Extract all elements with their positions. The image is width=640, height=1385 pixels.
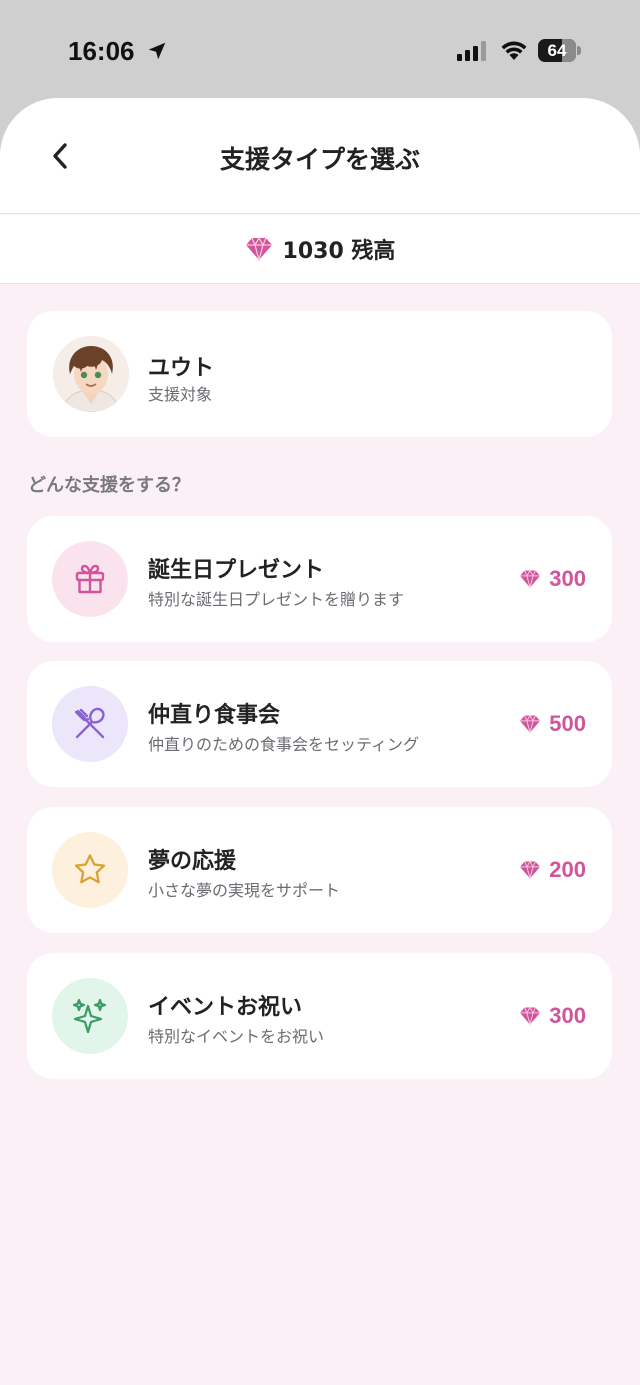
option-card-event-celebration[interactable]: イベントお祝い 特別なイベントをお祝い 300 <box>27 953 612 1079</box>
diamond-icon <box>520 860 541 880</box>
option-title: 仲直り食事会 <box>148 703 281 728</box>
recipient-name: ユウト <box>148 356 215 381</box>
diamond-icon <box>520 714 541 734</box>
page-title: 支援タイプを選ぶ <box>219 145 420 174</box>
cellular-signal-icon <box>457 41 486 61</box>
modal-sheet: 支援タイプを選ぶ 1030 残高 ユウト 支援対象 どんな支援をする？ 誕生日プ… <box>0 98 640 1385</box>
status-time: 16:06 <box>68 36 135 66</box>
section-label: どんな支援をする？ <box>28 475 190 496</box>
battery-icon: 64 <box>538 39 576 62</box>
gift-icon <box>75 564 105 594</box>
option-price: 300 <box>519 1003 586 1029</box>
status-bar: 16:06 64 <box>0 0 640 98</box>
option-description: 仲直りのための食事会をセッティング <box>148 735 420 754</box>
option-card-birthday-gift[interactable]: 誕生日プレゼント 特別な誕生日プレゼントを贈ります 300 <box>27 516 612 642</box>
diamond-icon <box>520 1006 541 1026</box>
utensils-icon <box>74 707 105 739</box>
nav-bar: 支援タイプを選ぶ <box>0 98 640 214</box>
option-price-value: 300 <box>549 1003 586 1028</box>
option-price-value: 500 <box>549 711 586 736</box>
option-price: 200 <box>519 857 586 883</box>
recipient-card: ユウト 支援対象 <box>27 311 612 437</box>
option-icon-circle <box>52 978 128 1054</box>
option-card-reconciliation-dinner[interactable]: 仲直り食事会 仲直りのための食事会をセッティング 500 <box>27 661 612 787</box>
option-description: 特別なイベントをお祝い <box>148 1027 325 1046</box>
option-price-value: 300 <box>549 566 586 591</box>
option-price: 500 <box>519 711 586 737</box>
balance-text: 1030 残高 <box>282 239 396 264</box>
star-icon <box>74 854 106 884</box>
diamond-icon <box>520 569 541 589</box>
option-title: イベントお祝い <box>148 995 303 1020</box>
option-price-value: 200 <box>549 857 586 882</box>
recipient-subtitle: 支援対象 <box>148 385 213 404</box>
diamond-icon <box>245 236 272 262</box>
battery-level: 64 <box>547 41 567 60</box>
option-description: 小さな夢の実現をサポート <box>148 881 341 900</box>
avatar-image <box>53 336 129 412</box>
sparkles-icon <box>72 998 107 1034</box>
option-card-dream-support[interactable]: 夢の応援 小さな夢の実現をサポート 200 <box>27 807 612 933</box>
option-description: 特別な誕生日プレゼントを贈ります <box>148 590 405 609</box>
option-icon-circle <box>52 686 128 762</box>
option-icon-circle <box>52 832 128 908</box>
option-icon-circle <box>52 541 128 617</box>
option-price: 300 <box>519 566 586 592</box>
avatar <box>53 336 129 412</box>
location-arrow-icon <box>148 42 166 60</box>
option-title: 夢の応援 <box>148 849 237 874</box>
balance-bar: 1030 残高 <box>0 215 640 284</box>
battery-nub <box>577 46 581 55</box>
option-title: 誕生日プレゼント <box>148 558 325 583</box>
wifi-icon <box>501 41 527 60</box>
